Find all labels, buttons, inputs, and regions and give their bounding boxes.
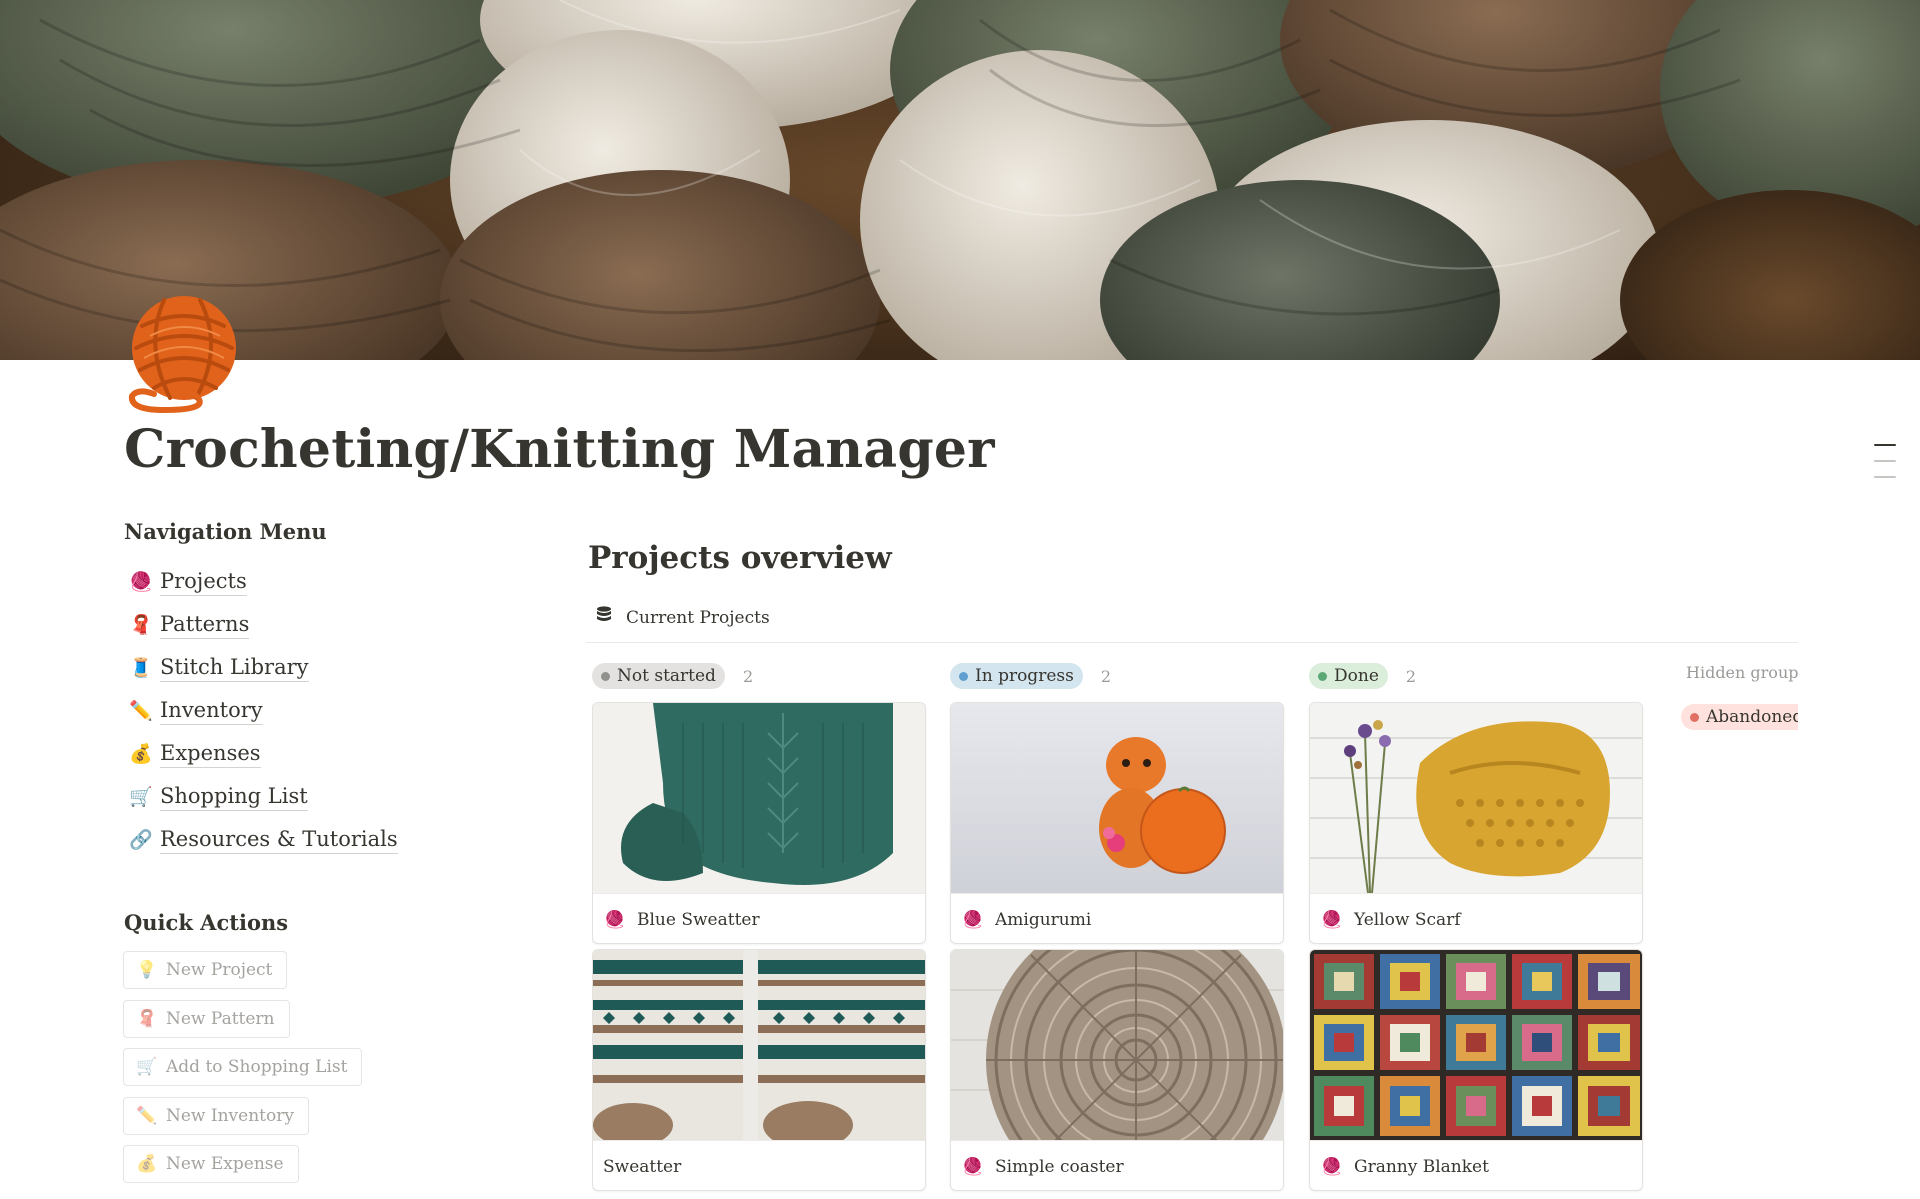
- nav-link-label: Stitch Library: [160, 654, 309, 682]
- status-dot: [1690, 712, 1699, 722]
- project-card-granny-blanket[interactable]: 🧶 Granny Blanket: [1309, 949, 1643, 1191]
- link-icon: 🔗: [129, 829, 153, 851]
- status-pill-done: Done: [1309, 663, 1388, 689]
- group-count: 2: [742, 666, 754, 686]
- status-label: Done: [1334, 666, 1379, 686]
- scarf-icon: 🧣: [129, 614, 153, 636]
- card-caption: 🧶 Yellow Scarf: [1310, 893, 1642, 943]
- money-bag-icon: 💰: [129, 743, 153, 765]
- nav-link-label: Expenses: [160, 740, 261, 768]
- card-cover-image: [951, 950, 1283, 1140]
- new-pattern-button[interactable]: 🧣 New Pattern: [123, 999, 290, 1038]
- button-label: Add to Shopping List: [166, 1057, 348, 1077]
- yarn-ball-icon: 🧶: [129, 571, 153, 593]
- navigation-menu: 🧶 Projects 🧣 Patterns 🧵 Stitch Library ✏…: [128, 560, 488, 861]
- yarn-ball-icon: 🧶: [604, 909, 626, 930]
- card-caption: Sweatter: [593, 1140, 925, 1190]
- card-caption: 🧶 Granny Blanket: [1310, 1140, 1642, 1190]
- button-label: New Project: [166, 960, 273, 980]
- status-pill-not-started: Not started: [592, 663, 725, 689]
- projects-board: Not started 2 🧶 Blue Sweatter Sweatter I…: [592, 0, 1798, 1199]
- card-title: Amigurumi: [995, 909, 1092, 930]
- navigation-heading: Navigation Menu: [124, 519, 327, 544]
- nav-link-patterns[interactable]: 🧣 Patterns: [128, 603, 488, 646]
- quick-actions-heading: Quick Actions: [124, 910, 289, 935]
- status-dot: [1318, 671, 1327, 681]
- board-group-header[interactable]: In progress 2: [950, 663, 1111, 689]
- card-caption: 🧶 Simple coaster: [951, 1140, 1283, 1190]
- button-label: New Inventory: [166, 1105, 294, 1126]
- card-caption: 🧶 Blue Sweatter: [593, 893, 925, 943]
- light-bulb-icon: 💡: [136, 960, 158, 980]
- card-cover-image: [1310, 950, 1642, 1140]
- shopping-cart-icon: 🛒: [129, 786, 153, 808]
- nav-link-label: Inventory: [160, 697, 263, 725]
- status-pill-in-progress: In progress: [950, 663, 1083, 689]
- yarn-ball-icon: 🧶: [962, 909, 984, 930]
- card-caption: 🧶 Amigurumi: [951, 893, 1283, 943]
- pencil-icon: ✏️: [129, 700, 153, 722]
- status-pill-abandoned: Abandoned: [1681, 704, 1798, 730]
- button-label: New Expense: [166, 1154, 284, 1174]
- money-bag-icon: 💰: [136, 1154, 158, 1174]
- new-inventory-button[interactable]: ✏️ New Inventory: [123, 1096, 309, 1135]
- nav-link-resources-tutorials[interactable]: 🔗 Resources & Tutorials: [128, 818, 488, 861]
- card-cover-image: [951, 703, 1283, 893]
- card-title: Granny Blanket: [1354, 1156, 1489, 1177]
- board-group-header[interactable]: Done 2: [1309, 663, 1416, 689]
- table-of-contents-indicator[interactable]: [1874, 444, 1896, 492]
- scarf-icon: 🧣: [136, 1008, 158, 1029]
- card-cover-image: [593, 703, 925, 893]
- nav-link-shopping-list[interactable]: 🛒 Shopping List: [128, 775, 488, 818]
- pencil-icon: ✏️: [136, 1105, 158, 1126]
- status-dot: [959, 671, 968, 681]
- hidden-groups-label[interactable]: Hidden groups: [1686, 663, 1798, 682]
- board-group-header[interactable]: Not started 2: [592, 663, 753, 689]
- card-cover-image: [593, 950, 925, 1140]
- card-title: Sweatter: [603, 1156, 682, 1177]
- nav-link-label: Shopping List: [160, 783, 308, 811]
- status-label: In progress: [975, 666, 1074, 686]
- card-title: Yellow Scarf: [1354, 909, 1461, 930]
- card-title: Blue Sweatter: [637, 909, 760, 930]
- card-cover-image: [1310, 703, 1642, 893]
- project-card-sweatter[interactable]: Sweatter: [592, 949, 926, 1191]
- hidden-groups-area: Hidden groups Abandoned: [1680, 0, 1798, 1199]
- yarn-ball-icon: 🧶: [1321, 1156, 1343, 1177]
- status-label: Abandoned: [1706, 707, 1798, 727]
- project-card-blue-sweatter[interactable]: 🧶 Blue Sweatter: [592, 702, 926, 944]
- group-count: 2: [1405, 666, 1417, 686]
- project-card-yellow-scarf[interactable]: 🧶 Yellow Scarf: [1309, 702, 1643, 944]
- nav-link-stitch-library[interactable]: 🧵 Stitch Library: [128, 646, 488, 689]
- thread-spool-icon: 🧵: [129, 657, 153, 679]
- nav-link-inventory[interactable]: ✏️ Inventory: [128, 689, 488, 732]
- nav-link-projects[interactable]: 🧶 Projects: [128, 560, 488, 603]
- project-card-amigurumi[interactable]: 🧶 Amigurumi: [950, 702, 1284, 944]
- nav-link-label: Projects: [160, 568, 247, 596]
- nav-link-label: Patterns: [160, 611, 250, 639]
- nav-link-label: Resources & Tutorials: [160, 826, 398, 854]
- hidden-group-abandoned[interactable]: Abandoned: [1681, 704, 1798, 730]
- shopping-cart-icon: 🛒: [136, 1057, 158, 1077]
- yarn-ball-icon: 🧶: [962, 1156, 984, 1177]
- page-yarn-ball-icon[interactable]: [124, 296, 246, 416]
- status-label: Not started: [617, 666, 716, 686]
- quick-actions-list: 💡 New Project 🧣 New Pattern 🛒 Add to Sho…: [123, 951, 363, 1194]
- yarn-ball-icon: 🧶: [1321, 909, 1343, 930]
- nav-link-expenses[interactable]: 💰 Expenses: [128, 732, 488, 775]
- status-dot: [601, 671, 610, 681]
- button-label: New Pattern: [166, 1008, 275, 1029]
- card-title: Simple coaster: [995, 1156, 1124, 1177]
- add-to-shopping-list-button[interactable]: 🛒 Add to Shopping List: [123, 1048, 363, 1086]
- group-count: 2: [1100, 666, 1112, 686]
- new-expense-button[interactable]: 💰 New Expense: [123, 1145, 299, 1183]
- project-card-simple-coaster[interactable]: 🧶 Simple coaster: [950, 949, 1284, 1191]
- new-project-button[interactable]: 💡 New Project: [123, 951, 288, 989]
